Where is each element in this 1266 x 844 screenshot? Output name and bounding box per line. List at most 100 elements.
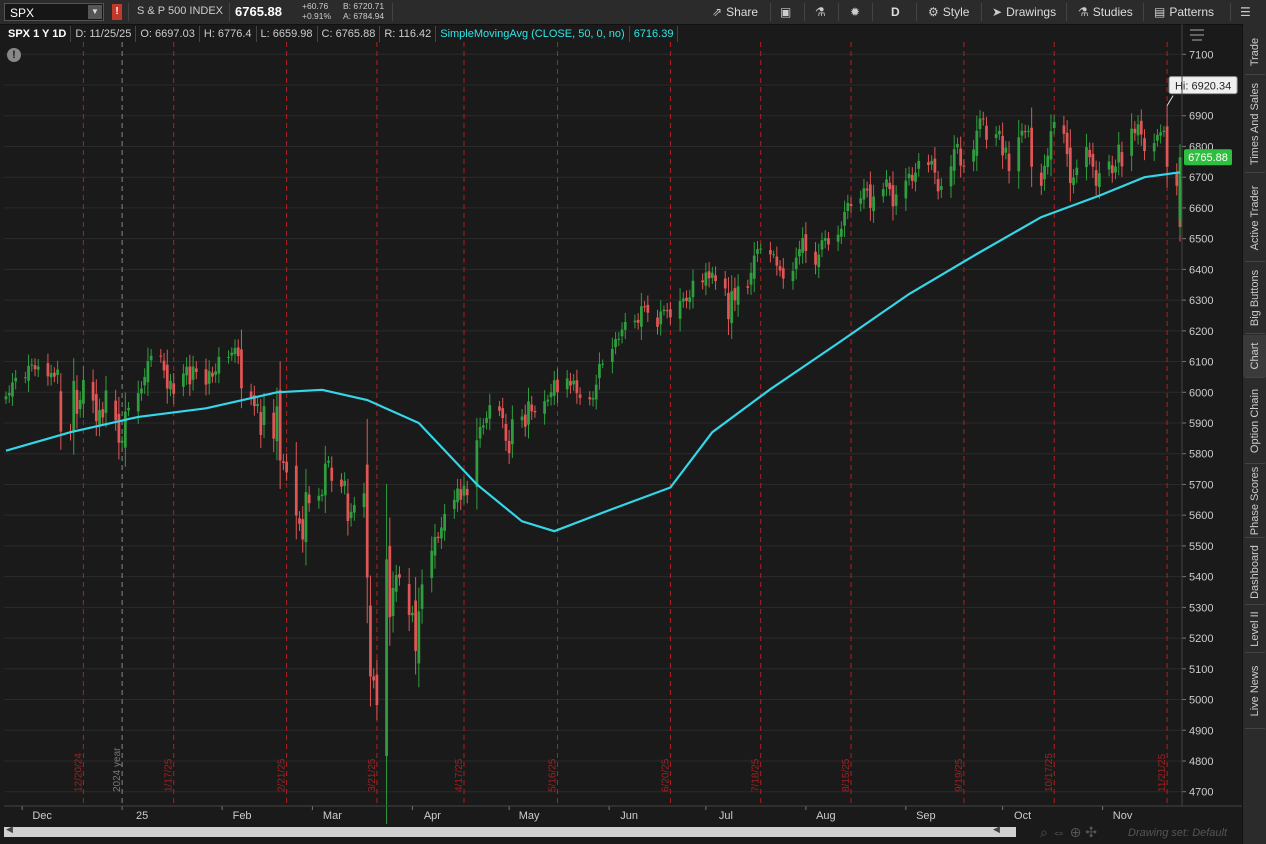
candle-body xyxy=(843,211,846,226)
candle-body xyxy=(1165,126,1169,167)
study-label[interactable]: SimpleMovingAvg (CLOSE, 50, 0, no) xyxy=(436,26,630,42)
candle-body xyxy=(578,394,582,398)
side-tab-big-buttons[interactable]: Big Buttons xyxy=(1243,263,1266,333)
candle-body xyxy=(320,494,324,497)
candle-body xyxy=(1117,144,1121,163)
candle-body xyxy=(227,356,230,358)
candle-body xyxy=(781,268,785,279)
candle-body xyxy=(475,440,479,488)
side-tab-label: Trade xyxy=(1249,37,1261,67)
candle-body xyxy=(681,298,685,302)
y-tick-label: 5100 xyxy=(1189,664,1213,676)
candle-body xyxy=(104,390,108,413)
side-tab-live-news[interactable]: Live News xyxy=(1243,654,1266,728)
candle-body xyxy=(159,355,163,357)
candle-body xyxy=(417,611,421,664)
candle-body xyxy=(769,250,772,255)
price-chart[interactable]: 12/20/24 1/17/25 2/21/25 3/21/25 4/17/25 5/16… xyxy=(0,0,1242,824)
candle-body xyxy=(685,297,688,302)
y-tick-label: 6600 xyxy=(1189,203,1213,215)
side-tab-chart[interactable]: Chart xyxy=(1243,335,1266,377)
candle-body xyxy=(343,480,347,487)
side-tab-dashboard[interactable]: Dashboard xyxy=(1243,539,1266,604)
candle-body xyxy=(217,356,221,374)
candle-body xyxy=(507,440,511,454)
horizontal-scrollbar[interactable] xyxy=(4,827,1016,837)
scroll-right-icon[interactable]: ◀ xyxy=(993,824,1000,835)
candle-body xyxy=(352,505,356,513)
event-marker-label: 2/21/25 xyxy=(277,758,288,792)
y-tick-label: 5000 xyxy=(1189,695,1213,707)
candle-body xyxy=(275,406,279,442)
candle-body xyxy=(146,361,150,383)
candle-body xyxy=(798,249,801,257)
side-tab-label: Big Buttons xyxy=(1249,269,1261,327)
candle-body xyxy=(623,321,627,330)
tab-separator xyxy=(1245,74,1265,75)
candle-body xyxy=(572,380,576,385)
zoom-controls[interactable]: ⌕ ⇔ ⊕ ✣ xyxy=(1040,824,1097,841)
candle-body xyxy=(881,189,885,197)
candle-body xyxy=(523,414,527,427)
candle-body xyxy=(75,389,79,414)
y-tick-label: 7100 xyxy=(1189,49,1213,61)
side-tab-label: Chart xyxy=(1249,342,1261,370)
y-tick-label: 5600 xyxy=(1189,510,1213,522)
x-tick-label: Oct xyxy=(1014,810,1031,822)
zoom-icon[interactable]: ⌕ xyxy=(1040,824,1048,840)
candle-body xyxy=(862,188,866,200)
candle-body xyxy=(1110,165,1114,174)
expand-icon[interactable]: ✣ xyxy=(1085,824,1097,840)
candle-body xyxy=(278,389,282,461)
candle-body xyxy=(678,301,682,319)
candle-body xyxy=(207,371,211,384)
candle-body xyxy=(14,377,18,382)
candle-body xyxy=(791,270,795,282)
candle-body xyxy=(1130,128,1133,156)
candle-body xyxy=(701,280,705,283)
x-axis: Dec 25 Feb Mar Apr May Jun Jul Aug Sep Oct Nov xyxy=(21,806,1133,822)
candle-body xyxy=(240,349,243,389)
candle-body xyxy=(775,256,779,266)
event-marker-label: 7/18/25 xyxy=(751,758,762,792)
tab-separator xyxy=(1245,261,1265,262)
side-tab-times-and-sales[interactable]: Times And Sales xyxy=(1243,76,1266,172)
candle-body xyxy=(262,406,266,425)
candle-body xyxy=(101,409,105,418)
x-tick-label: 25 xyxy=(136,810,148,822)
candle-body xyxy=(665,310,669,312)
info-icon[interactable]: ! xyxy=(7,48,21,62)
candle-body xyxy=(407,584,411,616)
x-tick-label: Mar xyxy=(323,810,342,822)
menu-button[interactable]: ☰ xyxy=(1240,3,1255,21)
candle-body xyxy=(78,399,82,410)
drawing-set-label[interactable]: Drawing set: Default xyxy=(1128,827,1227,839)
tab-separator xyxy=(1245,537,1265,538)
y-tick-label: 4800 xyxy=(1189,756,1213,768)
chart-symbol[interactable]: SPX 1 Y 1D xyxy=(4,26,72,42)
candle-body xyxy=(433,536,437,556)
candle-body xyxy=(462,485,466,496)
side-tab-label: Level II xyxy=(1249,611,1261,647)
side-tab-active-trader[interactable]: Active Trader xyxy=(1243,174,1266,261)
candle-body xyxy=(49,372,53,378)
crosshair-icon[interactable]: ⊕ xyxy=(1070,824,1082,840)
candle-body xyxy=(1004,147,1008,153)
pan-icon[interactable]: ⇔ xyxy=(1052,824,1066,840)
candle-body xyxy=(981,118,985,120)
side-tab-trade[interactable]: Trade xyxy=(1243,30,1266,74)
tab-separator xyxy=(1245,728,1265,729)
candle-body xyxy=(904,180,908,199)
candle-body xyxy=(1068,147,1072,184)
candle-body xyxy=(994,134,998,139)
scroll-left-icon[interactable]: ◀ xyxy=(6,824,13,835)
bar-low: L: 6659.98 xyxy=(257,26,318,42)
bar-range: R: 116.42 xyxy=(380,26,437,42)
x-tick-label: Feb xyxy=(233,810,252,822)
side-tab-phase-scores[interactable]: Phase Scores xyxy=(1243,465,1266,537)
axis-scale-icon[interactable] xyxy=(1190,29,1204,41)
candle-body xyxy=(188,366,192,385)
side-tab-option-chain[interactable]: Option Chain xyxy=(1243,379,1266,463)
side-tab-level-ii[interactable]: Level II xyxy=(1243,606,1266,652)
side-tab-label: Times And Sales xyxy=(1249,82,1261,166)
